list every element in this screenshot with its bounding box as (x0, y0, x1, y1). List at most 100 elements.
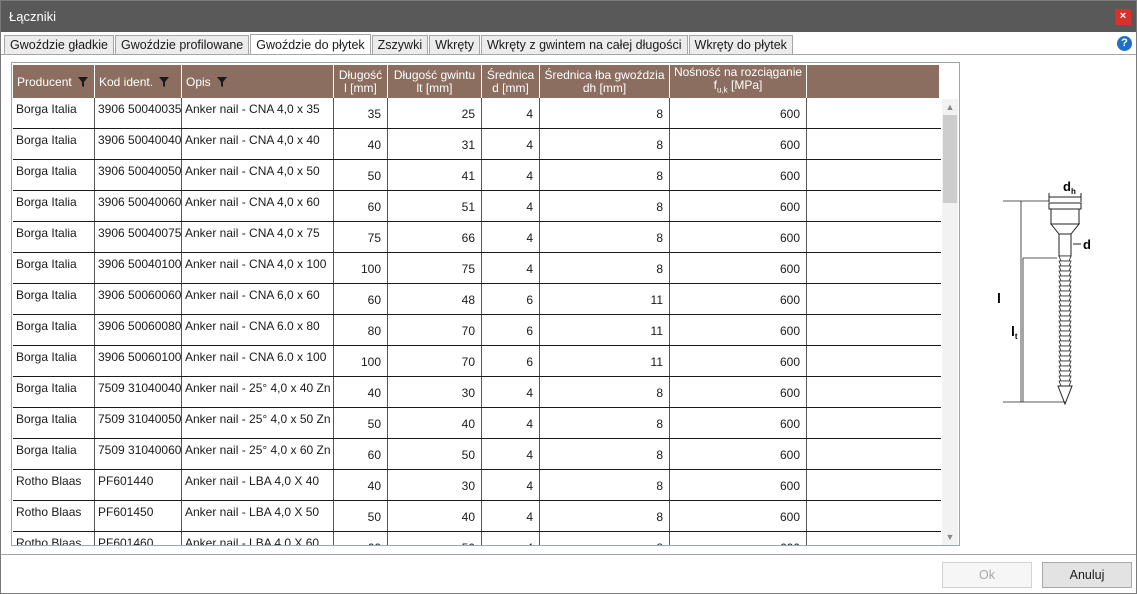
table-cell[interactable]: 4 (482, 253, 540, 283)
table-cell[interactable]: Borga Italia (13, 284, 95, 314)
help-icon[interactable]: ? (1117, 36, 1132, 51)
column-header-2[interactable]: Opis (182, 65, 334, 98)
table-cell[interactable]: Borga Italia (13, 439, 95, 469)
table-cell[interactable]: 600 (670, 222, 807, 252)
table-cell[interactable]: Borga Italia (13, 222, 95, 252)
table-cell[interactable]: 100 (334, 253, 388, 283)
table-cell[interactable]: Anker nail - 25° 4,0 x 40 Zn (182, 377, 334, 407)
table-cell[interactable]: 7509 31040060 (95, 439, 182, 469)
tab-6[interactable]: Wkręty do płytek (688, 35, 793, 54)
table-cell[interactable]: Borga Italia (13, 98, 95, 128)
table-row[interactable]: Borga Italia 7509 31040050 Anker nail - 25… (13, 408, 941, 439)
table-cell[interactable]: 51 (388, 191, 482, 221)
table-row[interactable]: Rotho Blaas PF601450 Anker nail - LBA 4,0 … (13, 501, 941, 532)
table-cell[interactable]: 3906 50060100 (95, 346, 182, 376)
table-cell[interactable]: Borga Italia (13, 346, 95, 376)
table-cell[interactable]: 4 (482, 98, 540, 128)
table-cell[interactable]: Anker nail - CNA 6.0 x 100 (182, 346, 334, 376)
table-cell[interactable]: Borga Italia (13, 377, 95, 407)
table-cell[interactable]: 8 (540, 377, 670, 407)
table-cell[interactable]: 4 (482, 129, 540, 159)
table-cell[interactable]: 4 (482, 470, 540, 500)
table-cell[interactable]: 75 (388, 253, 482, 283)
table-cell[interactable]: 100 (334, 346, 388, 376)
table-cell[interactable]: 40 (388, 501, 482, 531)
tab-3[interactable]: Zszywki (371, 35, 429, 54)
table-row[interactable]: Borga Italia 3906 50060060 Anker nail - CN… (13, 284, 941, 315)
table-cell[interactable]: 4 (482, 439, 540, 469)
table-cell[interactable]: 60 (334, 284, 388, 314)
table-cell[interactable]: 50 (388, 532, 482, 545)
table-cell[interactable]: Rotho Blaas (13, 501, 95, 531)
table-cell[interactable]: 3906 50040035 (95, 98, 182, 128)
table-cell[interactable]: 8 (540, 98, 670, 128)
table-cell[interactable]: 600 (670, 253, 807, 283)
table-cell[interactable]: 8 (540, 160, 670, 190)
cancel-button[interactable]: Anuluj (1042, 562, 1132, 588)
table-cell[interactable]: 3906 50060060 (95, 284, 182, 314)
table-cell[interactable]: 41 (388, 160, 482, 190)
table-cell[interactable]: 4 (482, 191, 540, 221)
table-cell[interactable]: 600 (670, 501, 807, 531)
table-cell[interactable]: 8 (540, 501, 670, 531)
table-cell[interactable]: 35 (334, 98, 388, 128)
table-row[interactable]: Borga Italia 7509 31040060 Anker nail - 25… (13, 439, 941, 470)
table-cell[interactable]: 31 (388, 129, 482, 159)
scroll-down-arrow-icon[interactable]: ▼ (942, 529, 958, 545)
table-cell[interactable]: Anker nail - CNA 6,0 x 60 (182, 284, 334, 314)
table-cell[interactable]: 48 (388, 284, 482, 314)
table-cell[interactable]: 3906 50040050 (95, 160, 182, 190)
column-header-1[interactable]: Kod ident. (95, 65, 182, 98)
table-cell[interactable]: 50 (334, 408, 388, 438)
table-cell[interactable]: 8 (540, 408, 670, 438)
table-cell[interactable]: PF601450 (95, 501, 182, 531)
table-cell[interactable]: 600 (670, 284, 807, 314)
tab-0[interactable]: Gwoździe gładkie (4, 35, 114, 54)
table-cell[interactable]: 600 (670, 191, 807, 221)
table-cell[interactable]: 30 (388, 470, 482, 500)
table-cell[interactable]: 60 (334, 191, 388, 221)
table-cell[interactable]: Anker nail - CNA 4,0 x 35 (182, 98, 334, 128)
table-cell[interactable]: 40 (334, 377, 388, 407)
table-row[interactable]: Rotho Blaas PF601460 Anker nail - LBA 4,0 … (13, 532, 941, 545)
table-cell[interactable]: Borga Italia (13, 315, 95, 345)
table-cell[interactable]: Borga Italia (13, 191, 95, 221)
table-row[interactable]: Borga Italia 7509 31040040 Anker nail - 25… (13, 377, 941, 408)
table-cell[interactable]: 3906 50060080 (95, 315, 182, 345)
table-cell[interactable]: 600 (670, 129, 807, 159)
table-cell[interactable]: 600 (670, 439, 807, 469)
table-cell[interactable]: 60 (334, 439, 388, 469)
tab-5[interactable]: Wkręty z gwintem na całej długości (481, 35, 688, 54)
table-cell[interactable]: 40 (334, 129, 388, 159)
table-cell[interactable]: 8 (540, 129, 670, 159)
table-cell[interactable]: PF601460 (95, 532, 182, 545)
tab-1[interactable]: Gwoździe profilowane (114, 35, 250, 54)
table-cell[interactable]: 40 (334, 470, 388, 500)
table-cell[interactable]: 50 (334, 160, 388, 190)
table-row[interactable]: Borga Italia 3906 50040100 Anker nail - CN… (13, 253, 941, 284)
table-cell[interactable]: 600 (670, 346, 807, 376)
table-cell[interactable]: 11 (540, 346, 670, 376)
table-cell[interactable]: 6 (482, 346, 540, 376)
table-row[interactable]: Borga Italia 3906 50040035 Anker nail - CN… (13, 98, 941, 129)
table-cell[interactable]: 25 (388, 98, 482, 128)
table-cell[interactable]: 3906 50040040 (95, 129, 182, 159)
table-cell[interactable]: 8 (540, 222, 670, 252)
table-row[interactable]: Borga Italia 3906 50040040 Anker nail - CN… (13, 129, 941, 160)
table-cell[interactable]: 600 (670, 315, 807, 345)
table-cell[interactable]: Anker nail - CNA 4,0 x 75 (182, 222, 334, 252)
close-button[interactable]: × (1115, 9, 1131, 25)
table-cell[interactable]: Anker nail - CNA 4,0 x 60 (182, 191, 334, 221)
table-cell[interactable]: Rotho Blaas (13, 470, 95, 500)
table-row[interactable]: Borga Italia 3906 50060100 Anker nail - CN… (13, 346, 941, 377)
table-cell[interactable]: 4 (482, 408, 540, 438)
table-cell[interactable]: 66 (388, 222, 482, 252)
table-cell[interactable]: Anker nail - CNA 6.0 x 80 (182, 315, 334, 345)
table-cell[interactable]: Anker nail - CNA 4,0 x 100 (182, 253, 334, 283)
table-cell[interactable]: Borga Italia (13, 408, 95, 438)
column-header-0[interactable]: Producent (13, 65, 95, 98)
table-row[interactable]: Borga Italia 3906 50040050 Anker nail - CN… (13, 160, 941, 191)
table-cell[interactable]: 80 (334, 315, 388, 345)
table-cell[interactable]: PF601440 (95, 470, 182, 500)
table-cell[interactable]: 7509 31040040 (95, 377, 182, 407)
